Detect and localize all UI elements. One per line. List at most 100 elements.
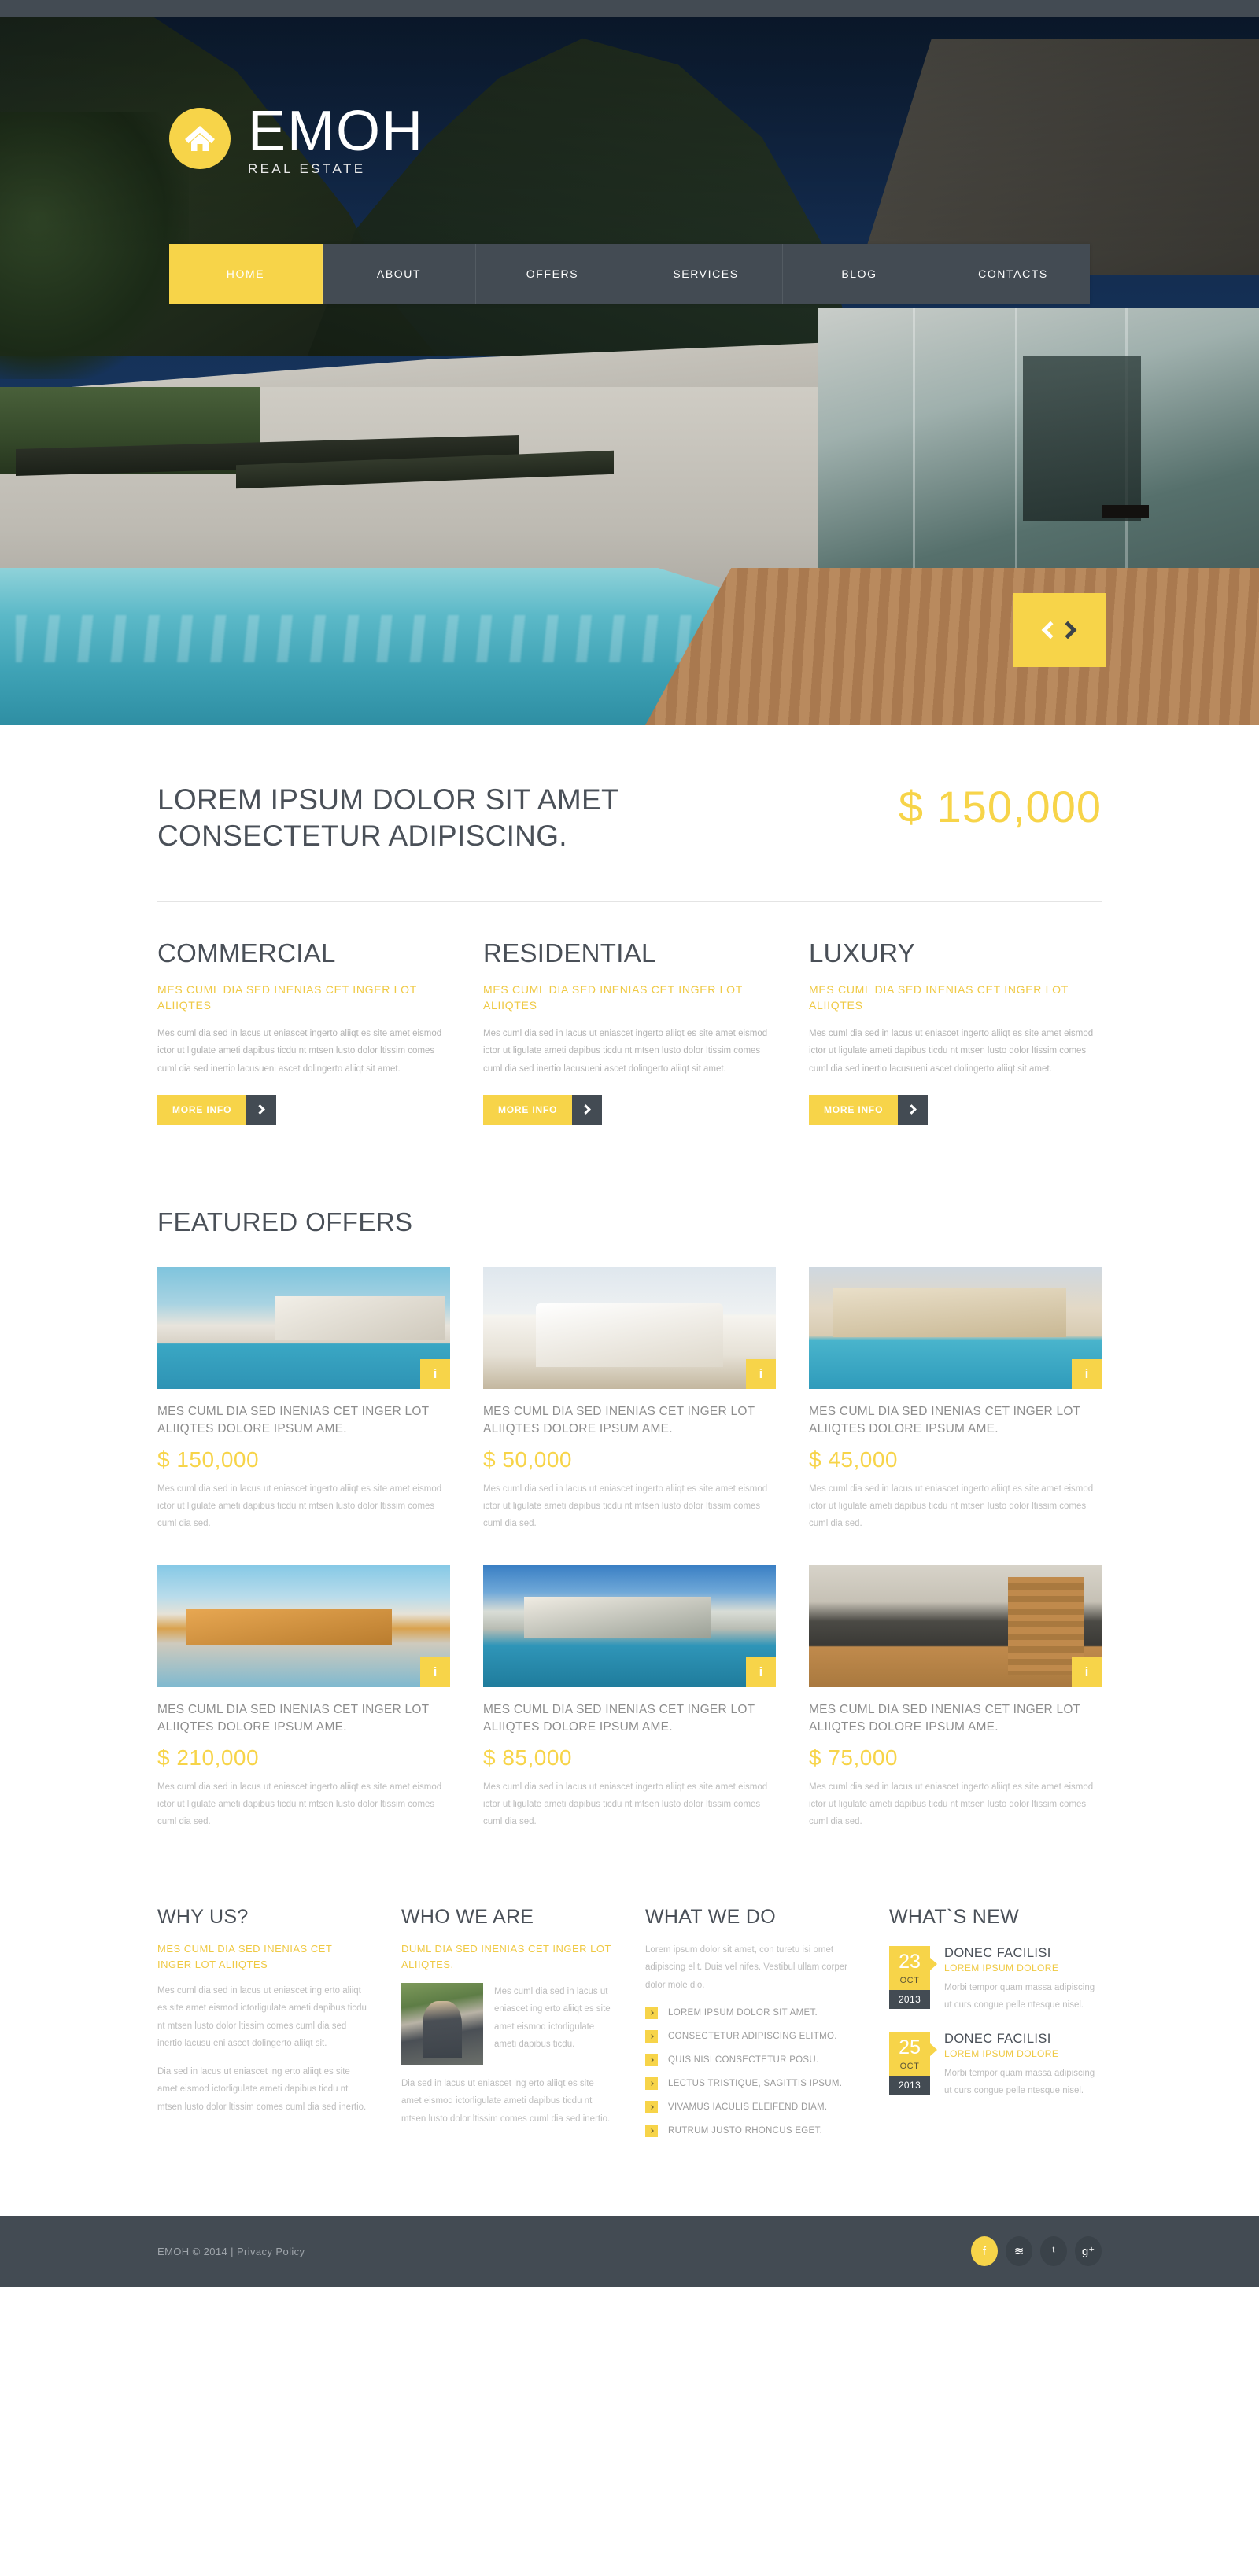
news-item[interactable]: 25 OCT 2013 DONEC FACILISI LOREM IPSUM D…	[889, 2031, 1100, 2100]
news-day: 25	[899, 2036, 921, 2058]
news-subtitle: LOREM IPSUM DOLORE	[944, 2048, 1059, 2060]
main-navigation[interactable]: HOME ABOUT OFFERS SERVICES BLOG CONTACTS	[169, 244, 1090, 304]
what-we-do-title: WHAT WE DO	[645, 1906, 776, 1929]
offer-card[interactable]: i MES CUML DIA SED INENIAS CET INGER LOT…	[483, 1266, 776, 1532]
news-year: 2013	[889, 2075, 930, 2095]
chevron-left-icon[interactable]	[1041, 621, 1060, 639]
pointer-arrow-icon	[929, 1957, 937, 1972]
chevron-right-icon	[898, 1094, 929, 1125]
chevron-right-icon	[645, 2125, 658, 2138]
news-day: 23	[899, 1951, 921, 1973]
news-year: 2013	[889, 1990, 930, 2010]
info-icon[interactable]: i	[746, 1657, 776, 1687]
info-icon[interactable]: i	[746, 1358, 776, 1389]
chevron-right-icon	[645, 2054, 658, 2067]
category-subtitle: MES CUML DIA SED INENIAS CET INGER LOT A…	[157, 982, 417, 1012]
more-info-button[interactable]: MORE INFO	[157, 1094, 277, 1125]
offer-body: Mes cuml dia sed in lacus ut eniascet in…	[157, 1782, 442, 1826]
category-columns: COMMERCIAL MES CUML DIA SED INENIAS CET …	[157, 902, 1102, 1125]
nav-item-contacts[interactable]: CONTACTS	[936, 244, 1090, 304]
offer-image[interactable]: i	[809, 1564, 1102, 1687]
news-month: OCT	[899, 2061, 920, 2071]
offer-image[interactable]: i	[157, 1564, 450, 1687]
who-we-are-body-2: Dia sed in lacus ut eniascet ing erto al…	[401, 2079, 611, 2124]
offer-image[interactable]: i	[157, 1266, 450, 1389]
news-subtitle: LOREM IPSUM DOLORE	[944, 1962, 1059, 1974]
logo-tagline: REAL ESTATE	[248, 161, 366, 177]
list-item[interactable]: VIVAMUS IACULIS ELEIFEND DIAM.	[645, 2101, 856, 2114]
who-we-are-body-1: Mes cuml dia sed in lacus ut eniascet in…	[494, 1987, 611, 2050]
list-item[interactable]: LECTUS TRISTIQUE, SAGITTIS IPSUM.	[645, 2077, 856, 2091]
list-item[interactable]: RUTRUM JUSTO RHONCUS EGET.	[645, 2125, 856, 2138]
category-body: Mes cuml dia sed in lacus ut eniascet in…	[809, 1029, 1094, 1074]
site-logo[interactable]: EMOH REAL ESTATE	[169, 103, 424, 177]
info-icon[interactable]: i	[1072, 1657, 1102, 1687]
nav-item-blog[interactable]: BLOG	[783, 244, 936, 304]
category-subtitle: MES CUML DIA SED INENIAS CET INGER LOT A…	[483, 982, 743, 1012]
whats-new-title: WHAT`S NEW	[889, 1906, 1020, 1929]
what-we-do-intro: Lorem ipsum dolor sit amet, con turetu i…	[645, 1945, 847, 1990]
news-month: OCT	[899, 1976, 920, 1986]
news-item[interactable]: 23 OCT 2013 DONEC FACILISI LOREM IPSUM D…	[889, 1946, 1100, 2014]
list-item[interactable]: LOREM IPSUM DOLOR SIT AMET.	[645, 2007, 856, 2020]
privacy-policy-link[interactable]: Privacy Policy	[237, 2246, 305, 2257]
why-us-column: WHY US? MES CUML DIA SED INENIAS CET ING…	[157, 1906, 368, 2148]
info-icon[interactable]: i	[420, 1657, 450, 1687]
list-item-label: LECTUS TRISTIQUE, SAGITTIS IPSUM.	[668, 2079, 843, 2089]
info-icon[interactable]: i	[420, 1358, 450, 1389]
news-date-badge: 23 OCT 2013	[889, 1946, 937, 2014]
nav-item-home[interactable]: HOME	[169, 244, 323, 304]
more-info-button[interactable]: MORE INFO	[483, 1094, 603, 1125]
why-us-body-1: Mes cuml dia sed in lacus ut eniascet in…	[157, 1986, 367, 2049]
offer-image[interactable]: i	[483, 1266, 776, 1389]
offer-image[interactable]: i	[483, 1564, 776, 1687]
slider-controls[interactable]	[1013, 593, 1106, 667]
more-info-button[interactable]: MORE INFO	[809, 1094, 929, 1125]
intro-price: $ 150,000	[898, 782, 1102, 831]
what-we-do-list: LOREM IPSUM DOLOR SIT AMET. CONSECTETUR …	[645, 2007, 856, 2138]
chevron-right-icon	[645, 2077, 658, 2091]
news-date-badge: 25 OCT 2013	[889, 2031, 937, 2100]
offer-card[interactable]: i MES CUML DIA SED INENIAS CET INGER LOT…	[809, 1564, 1102, 1830]
offer-body: Mes cuml dia sed in lacus ut eniascet in…	[809, 1782, 1094, 1826]
offer-body: Mes cuml dia sed in lacus ut eniascet in…	[483, 1483, 768, 1528]
twitter-icon[interactable]: ᵗ	[1040, 2236, 1067, 2267]
category-residential: RESIDENTIAL MES CUML DIA SED INENIAS CET…	[483, 938, 776, 1125]
offer-price: $ 45,000	[809, 1446, 898, 1472]
nav-item-services[interactable]: SERVICES	[630, 244, 783, 304]
news-title: DONEC FACILISI	[944, 1946, 1051, 1961]
rss-icon[interactable]: ≋	[1006, 2236, 1032, 2267]
info-icon[interactable]: i	[1072, 1358, 1102, 1389]
nav-item-about[interactable]: ABOUT	[323, 244, 476, 304]
whats-new-column: WHAT`S NEW 23 OCT 2013 DONEC FACILISI LO…	[889, 1906, 1100, 2148]
category-luxury: LUXURY MES CUML DIA SED INENIAS CET INGE…	[809, 938, 1102, 1125]
google-plus-icon[interactable]: g⁺	[1075, 2236, 1102, 2267]
chevron-right-icon[interactable]	[1058, 621, 1077, 639]
list-item[interactable]: CONSECTETUR ADIPISCING ELITMO.	[645, 2030, 856, 2043]
offer-title: MES CUML DIA SED INENIAS CET INGER LOT A…	[809, 1404, 1081, 1435]
site-footer: EMOH © 2014 | Privacy Policy f ≋ ᵗ g⁺	[0, 2216, 1259, 2287]
offer-card[interactable]: i MES CUML DIA SED INENIAS CET INGER LOT…	[809, 1266, 1102, 1532]
list-item-label: VIVAMUS IACULIS ELEIFEND DIAM.	[668, 2102, 828, 2113]
facebook-icon[interactable]: f	[971, 2236, 998, 2267]
offer-image[interactable]: i	[809, 1266, 1102, 1389]
main-content: LOREM IPSUM DOLOR SIT AMET CONSECTETUR A…	[157, 725, 1102, 2216]
agent-photo	[401, 1983, 483, 2066]
list-item-label: LOREM IPSUM DOLOR SIT AMET.	[668, 2008, 818, 2018]
chevron-right-icon	[645, 2030, 658, 2043]
nav-item-offers[interactable]: OFFERS	[476, 244, 630, 304]
offer-price: $ 150,000	[157, 1446, 260, 1472]
who-we-are-title: WHO WE ARE	[401, 1906, 534, 1929]
category-title: LUXURY	[809, 938, 916, 967]
who-we-are-column: WHO WE ARE DUML DIA SED INENIAS CET INGE…	[401, 1906, 612, 2148]
intro-section: LOREM IPSUM DOLOR SIT AMET CONSECTETUR A…	[157, 725, 1102, 854]
offer-card[interactable]: i MES CUML DIA SED INENIAS CET INGER LOT…	[157, 1564, 450, 1830]
offer-title: MES CUML DIA SED INENIAS CET INGER LOT A…	[483, 1404, 755, 1435]
why-us-title: WHY US?	[157, 1906, 249, 1929]
offer-card[interactable]: i MES CUML DIA SED INENIAS CET INGER LOT…	[157, 1266, 450, 1532]
news-title: DONEC FACILISI	[944, 2031, 1051, 2046]
category-subtitle: MES CUML DIA SED INENIAS CET INGER LOT A…	[809, 982, 1069, 1012]
offer-title: MES CUML DIA SED INENIAS CET INGER LOT A…	[483, 1702, 755, 1734]
offer-card[interactable]: i MES CUML DIA SED INENIAS CET INGER LOT…	[483, 1564, 776, 1830]
list-item[interactable]: QUIS NISI CONSECTETUR POSU.	[645, 2054, 856, 2067]
